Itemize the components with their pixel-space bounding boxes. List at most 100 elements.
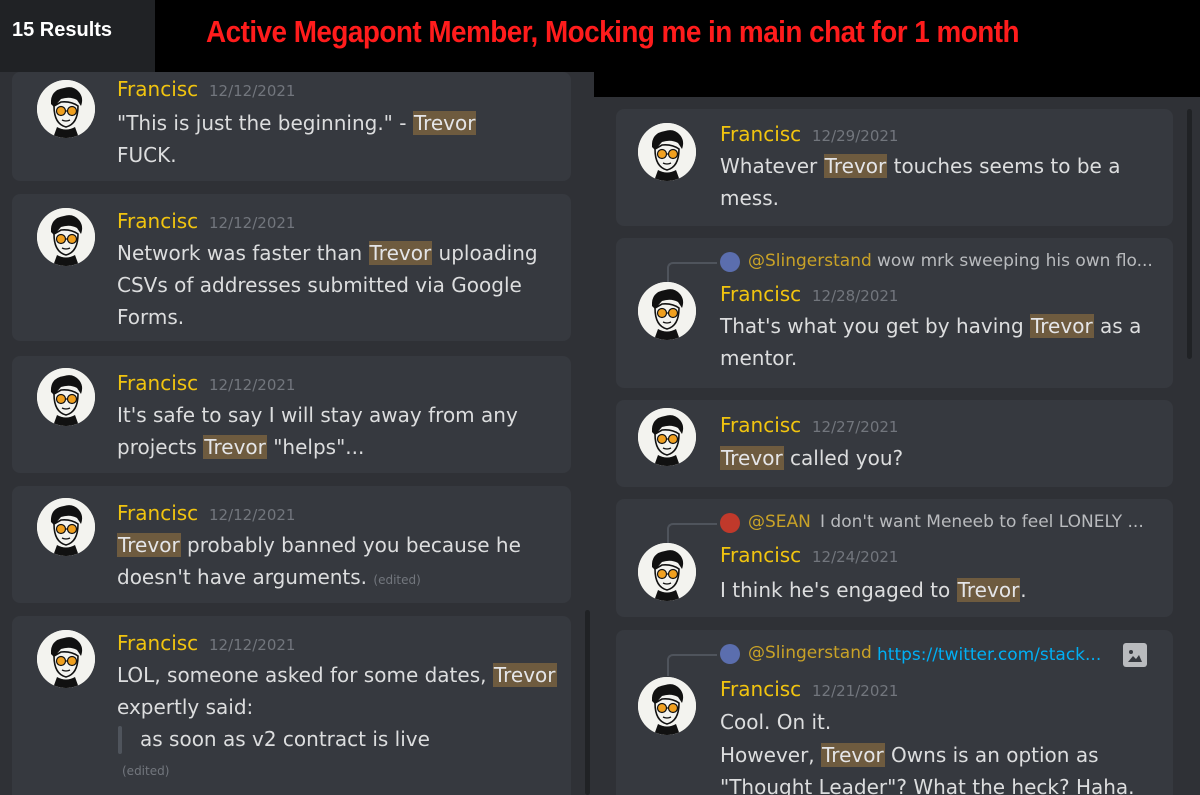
message-text: CSVs of addresses submitted via Google [117, 273, 522, 297]
message-text: uploading [432, 241, 538, 265]
search-highlight: Trevor [823, 154, 888, 178]
timestamp: 12/12/2021 [209, 376, 296, 394]
message-text: . [1020, 578, 1027, 602]
author-name[interactable]: Francisc [720, 282, 801, 306]
message-content: doesn't have arguments. (edited) [117, 561, 421, 596]
reply-link[interactable]: https://twitter.com/stack... [877, 645, 1101, 665]
reply-connector [667, 262, 717, 284]
timestamp: 12/27/2021 [812, 418, 899, 436]
search-result-card[interactable]: Francisc 12/12/2021 "This is just the be… [12, 72, 571, 181]
search-highlight: Trevor [412, 111, 477, 135]
timestamp: 12/12/2021 [209, 506, 296, 524]
author-name[interactable]: Francisc [720, 122, 801, 146]
author-name[interactable]: Francisc [117, 631, 198, 655]
blockquote-bar [118, 726, 122, 754]
image-icon[interactable] [1123, 643, 1147, 667]
message-text: mentor. [720, 346, 798, 370]
author-name[interactable]: Francisc [117, 501, 198, 525]
search-highlight: Trevor [117, 533, 181, 557]
search-highlight: Trevor [821, 743, 885, 767]
search-result-card[interactable]: Francisc 12/12/2021 Network was faster t… [12, 194, 571, 341]
message-text: I think he's engaged to [720, 578, 957, 602]
message-content: mentor. [720, 342, 797, 374]
message-text: Cool. On it. [720, 710, 832, 734]
avatar[interactable] [37, 208, 95, 266]
search-result-card[interactable]: Francisc 12/12/2021 Trevor probably bann… [12, 486, 571, 603]
message-text: Forms. [117, 305, 185, 329]
message-text: called you? [783, 446, 904, 470]
reply-username[interactable]: @SEAN [748, 512, 811, 532]
scrollbar[interactable] [585, 610, 590, 795]
search-result-card[interactable]: @Slingerstand wow mrk sweeping his own f… [616, 238, 1173, 388]
timestamp: 12/29/2021 [812, 127, 899, 145]
reply-preview[interactable]: I don't want Meneeb to feel LONELY ... [820, 512, 1144, 532]
message-text: That's what you get by having [720, 314, 1030, 338]
author-name[interactable]: Francisc [117, 77, 198, 101]
message-content: mess. [720, 182, 779, 214]
avatar[interactable] [638, 282, 696, 340]
search-results-left-panel[interactable]: Francisc 12/12/2021 "This is just the be… [0, 72, 594, 795]
message-content: However, Trevor Owns is an option as [720, 739, 1099, 771]
search-results-header: 15 Results [0, 0, 155, 72]
blockquote: as soon as v2 contract is live [140, 723, 430, 755]
timestamp: 12/28/2021 [812, 287, 899, 305]
search-highlight: Trevor [492, 663, 557, 687]
reply-username[interactable]: @Slingerstand [748, 251, 872, 271]
message-text: It's safe to say I will stay away from a… [117, 403, 518, 427]
reply-username[interactable]: @Slingerstand [748, 643, 872, 663]
message-content: Cool. On it. [720, 706, 831, 738]
message-text: "Thought Leader"? What the heck? Haha. [720, 775, 1135, 795]
message-content: Whatever Trevor touches seems to be a [720, 150, 1120, 182]
message-content: Forms. [117, 301, 184, 333]
message-text: expertly said: [117, 695, 254, 719]
avatar[interactable] [638, 123, 696, 181]
edited-label: (edited) [373, 573, 421, 587]
message-text: as a [1093, 314, 1142, 338]
message-content: Network was faster than Trevor uploading [117, 237, 538, 269]
search-result-card[interactable]: Francisc 12/27/2021 Trevor called you? [616, 400, 1173, 487]
message-text: "helps"... [266, 435, 365, 459]
search-highlight: Trevor [368, 241, 433, 265]
search-highlight: Trevor [203, 435, 267, 459]
message-text: as soon as v2 contract is live [140, 727, 430, 751]
reply-connector [667, 523, 717, 545]
search-result-card[interactable]: @SEAN I don't want Meneeb to feel LONELY… [616, 499, 1173, 617]
timestamp: 12/21/2021 [812, 682, 899, 700]
search-result-card[interactable]: @Slingerstand https://twitter.com/stack.… [616, 630, 1173, 795]
avatar[interactable] [638, 543, 696, 601]
search-result-card[interactable]: Francisc 12/12/2021 LOL, someone asked f… [12, 616, 571, 795]
timestamp: 12/24/2021 [812, 548, 899, 566]
reply-avatar[interactable] [720, 252, 740, 272]
avatar[interactable] [638, 408, 696, 466]
author-name[interactable]: Francisc [117, 209, 198, 233]
author-name[interactable]: Francisc [720, 413, 801, 437]
message-text: Whatever [720, 154, 824, 178]
author-name[interactable]: Francisc [117, 371, 198, 395]
reply-avatar[interactable] [720, 513, 740, 533]
avatar[interactable] [638, 677, 696, 735]
message-content: CSVs of addresses submitted via Google [117, 269, 522, 301]
scrollbar[interactable] [1187, 109, 1192, 359]
author-name[interactable]: Francisc [720, 677, 801, 701]
search-highlight: Trevor [1030, 314, 1094, 338]
timestamp: 12/12/2021 [209, 214, 296, 232]
avatar[interactable] [37, 498, 95, 556]
reply-avatar[interactable] [720, 644, 740, 664]
avatar[interactable] [37, 80, 95, 138]
message-text: touches seems to be a [887, 154, 1121, 178]
avatar[interactable] [37, 630, 95, 688]
message-content: It's safe to say I will stay away from a… [117, 399, 518, 431]
message-text: LOL, someone asked for some dates, [117, 663, 493, 687]
search-result-card[interactable]: Francisc 12/12/2021 It's safe to say I w… [12, 356, 571, 473]
avatar[interactable] [37, 368, 95, 426]
search-results-right-panel[interactable]: Francisc 12/29/2021 Whatever Trevor touc… [594, 97, 1200, 795]
message-text: projects [117, 435, 204, 459]
message-content: "This is just the beginning." - Trevor [117, 107, 477, 139]
reply-preview[interactable]: wow mrk sweeping his own flo... [877, 251, 1153, 271]
message-content: expertly said: [117, 691, 253, 723]
message-text: probably banned you because he [180, 533, 521, 557]
search-highlight: Trevor [956, 578, 1021, 602]
reply-connector [667, 654, 717, 676]
search-result-card[interactable]: Francisc 12/29/2021 Whatever Trevor touc… [616, 109, 1173, 226]
author-name[interactable]: Francisc [720, 543, 801, 567]
